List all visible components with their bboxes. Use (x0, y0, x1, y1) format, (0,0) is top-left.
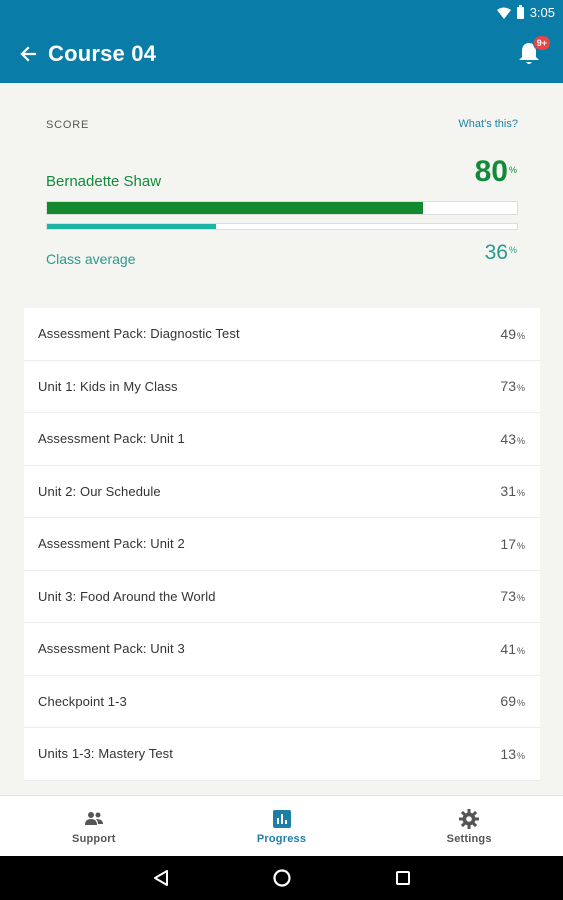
score-section: SCORE What's this? Bernadette Shaw 80% C… (0, 83, 563, 308)
item-score: 69% (500, 693, 525, 709)
student-progress-fill (47, 202, 423, 214)
list-item[interactable]: Unit 1: Kids in My Class 73% (24, 360, 540, 413)
student-score-value: 80 (474, 155, 508, 188)
class-score: 36% (485, 241, 517, 265)
system-recents-button[interactable] (381, 856, 425, 900)
item-score-value: 69 (500, 693, 516, 710)
item-score-value: 73 (500, 588, 516, 605)
list-item[interactable]: Units 1-3: Mastery Test 13% (24, 728, 540, 781)
notification-badge: 9+ (532, 35, 551, 51)
item-score-value: 13 (500, 745, 516, 762)
item-name: Checkpoint 1-3 (38, 693, 127, 709)
list-item[interactable]: Unit 3: Food Around the World 73% (24, 570, 540, 623)
bar-chart-icon (271, 808, 293, 830)
item-score-value: 43 (500, 430, 516, 447)
app-bar: Course 04 9+ (0, 25, 563, 83)
student-score-pct: % (508, 165, 517, 175)
item-score: 73% (500, 588, 525, 604)
arrow-left-icon (20, 46, 37, 62)
battery-icon (516, 4, 524, 19)
item-score-pct: % (516, 645, 525, 656)
people-icon (83, 808, 105, 830)
system-home-button[interactable] (260, 856, 304, 900)
item-name: Unit 2: Our Schedule (38, 483, 161, 499)
item-score: 41% (500, 641, 525, 657)
item-score-pct: % (516, 540, 525, 551)
item-score-pct: % (516, 383, 525, 394)
nav-support-label: Support (72, 832, 116, 845)
nav-settings-label: Settings (446, 832, 492, 845)
item-score-pct: % (516, 330, 525, 341)
back-button[interactable] (10, 36, 46, 72)
nav-settings[interactable]: Settings (375, 796, 563, 856)
item-score-pct: % (516, 488, 525, 499)
class-progress-bar (46, 223, 518, 230)
item-score: 13% (500, 746, 525, 762)
bottom-nav: Support Progress Settings (0, 795, 563, 856)
whats-this-link[interactable]: What's this? (458, 118, 518, 130)
item-score: 17% (500, 536, 525, 552)
item-score-value: 41 (500, 640, 516, 657)
system-nav-bar (0, 856, 563, 900)
item-name: Assessment Pack: Unit 2 (38, 536, 185, 552)
square-recents-icon (395, 871, 410, 885)
class-score-pct: % (508, 245, 517, 255)
item-score-pct: % (516, 435, 525, 446)
score-label: SCORE (46, 119, 90, 131)
unit-list: Assessment Pack: Diagnostic Test 49% Unit … (24, 308, 540, 795)
system-back-button[interactable] (139, 856, 183, 900)
gear-icon (458, 808, 480, 830)
triangle-back-icon (153, 870, 168, 886)
item-score-value: 17 (500, 535, 516, 552)
item-name: Assessment Pack: Unit 3 (38, 641, 185, 657)
item-score: 31% (500, 483, 525, 499)
item-name: Units 1-3: Mastery Test (38, 746, 173, 762)
list-item[interactable]: Assessment Pack: Unit 1 43% (24, 413, 540, 466)
list-item[interactable]: Unit 2: Our Schedule 31% (24, 465, 540, 518)
class-score-value: 36 (484, 241, 508, 264)
nav-progress[interactable]: Progress (188, 796, 376, 856)
list-item[interactable]: Assessment Pack: Unit 3 41% (24, 623, 540, 676)
item-score-pct: % (516, 698, 525, 709)
wifi-icon (496, 7, 511, 19)
status-bar: 3:05 (0, 0, 563, 25)
item-score-value: 73 (500, 378, 516, 395)
class-progress-fill (47, 224, 217, 229)
page-title: Course 04 (48, 41, 157, 66)
item-score: 43% (500, 431, 525, 447)
circle-home-icon (272, 869, 291, 887)
item-score: 73% (500, 378, 525, 394)
class-average-label: Class average (46, 251, 136, 267)
notifications-button[interactable]: 9+ (517, 35, 551, 67)
item-score: 49% (500, 326, 525, 342)
student-name: Bernadette Shaw (46, 173, 162, 190)
item-name: Unit 1: Kids in My Class (38, 378, 178, 394)
item-name: Assessment Pack: Diagnostic Test (38, 326, 240, 342)
list-item[interactable]: Assessment Pack: Unit 2 17% (24, 518, 540, 571)
item-name: Assessment Pack: Unit 1 (38, 431, 185, 447)
list-item[interactable]: Checkpoint 1-3 69% (24, 675, 540, 728)
item-name: Unit 3: Food Around the World (38, 588, 216, 604)
student-progress-bar (46, 201, 518, 215)
nav-progress-label: Progress (256, 832, 307, 845)
student-score: 80% (475, 155, 517, 189)
item-score-value: 49 (500, 325, 516, 342)
status-time: 3:05 (529, 5, 555, 20)
item-score-value: 31 (500, 483, 516, 500)
item-score-pct: % (516, 593, 525, 604)
list-item[interactable]: Assessment Pack: Diagnostic Test 49% (24, 308, 540, 361)
nav-support[interactable]: Support (0, 796, 188, 856)
item-score-pct: % (516, 750, 525, 761)
